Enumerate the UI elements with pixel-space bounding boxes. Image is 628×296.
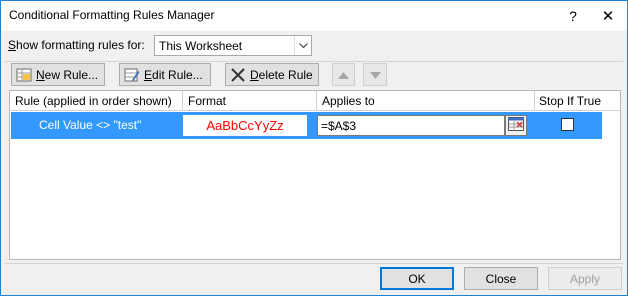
edit-rule-label: Edit Rule...	[144, 67, 203, 82]
rules-table: Rule (applied in order shown) Format App…	[9, 90, 621, 260]
range-picker-button[interactable]	[505, 115, 527, 136]
edit-rule-icon	[124, 67, 140, 83]
range-picker-icon	[508, 117, 524, 134]
delete-rule-label: Delete Rule	[250, 67, 313, 82]
table-header: Rule (applied in order shown) Format App…	[10, 91, 620, 111]
close-icon: ✕	[601, 8, 615, 25]
format-preview: AaBbCcYyZz	[183, 115, 307, 136]
new-rule-label: New Rule...	[36, 67, 99, 82]
column-header-format[interactable]: Format	[183, 91, 317, 111]
rule-description: Cell Value <> "test"	[39, 118, 142, 132]
scope-label: Show formatting rules for:	[8, 38, 145, 52]
applies-to-field[interactable]: =$A$3	[317, 115, 505, 136]
triangle-down-icon	[369, 68, 381, 82]
scope-selected-value: This Worksheet	[159, 39, 243, 53]
window-title: Conditional Formatting Rules Manager	[9, 8, 215, 22]
footer-divider	[5, 263, 623, 264]
rules-manager-dialog: Conditional Formatting Rules Manager ? ✕…	[0, 0, 628, 296]
triangle-up-icon	[338, 68, 349, 82]
chevron-down-icon	[294, 36, 311, 55]
toolbar-divider	[5, 61, 623, 62]
apply-button[interactable]: Apply	[548, 267, 622, 290]
column-header-applies-to[interactable]: Applies to	[317, 91, 535, 111]
new-rule-button[interactable]: New Rule...	[11, 63, 105, 86]
close-window-button[interactable]: ✕	[591, 1, 625, 31]
help-button[interactable]: ?	[556, 1, 590, 31]
help-icon: ?	[569, 8, 577, 24]
close-button[interactable]: Close	[464, 267, 538, 290]
column-header-rule[interactable]: Rule (applied in order shown)	[10, 91, 183, 111]
new-rule-icon	[16, 67, 32, 83]
move-up-button[interactable]	[332, 63, 355, 86]
title-bar: Conditional Formatting Rules Manager ? ✕	[1, 1, 627, 31]
table-row[interactable]: Cell Value <> "test" AaBbCcYyZz =$A$3	[11, 112, 602, 139]
column-header-stop-if-true[interactable]: Stop If True	[535, 91, 602, 111]
ok-button[interactable]: OK	[380, 267, 454, 290]
edit-rule-button[interactable]: Edit Rule...	[119, 63, 211, 86]
scope-dropdown[interactable]: This Worksheet	[154, 35, 312, 56]
delete-rule-button[interactable]: Delete Rule	[225, 63, 319, 86]
move-down-button[interactable]	[363, 63, 387, 86]
stop-if-true-checkbox[interactable]	[561, 118, 574, 131]
delete-x-icon	[230, 67, 246, 83]
